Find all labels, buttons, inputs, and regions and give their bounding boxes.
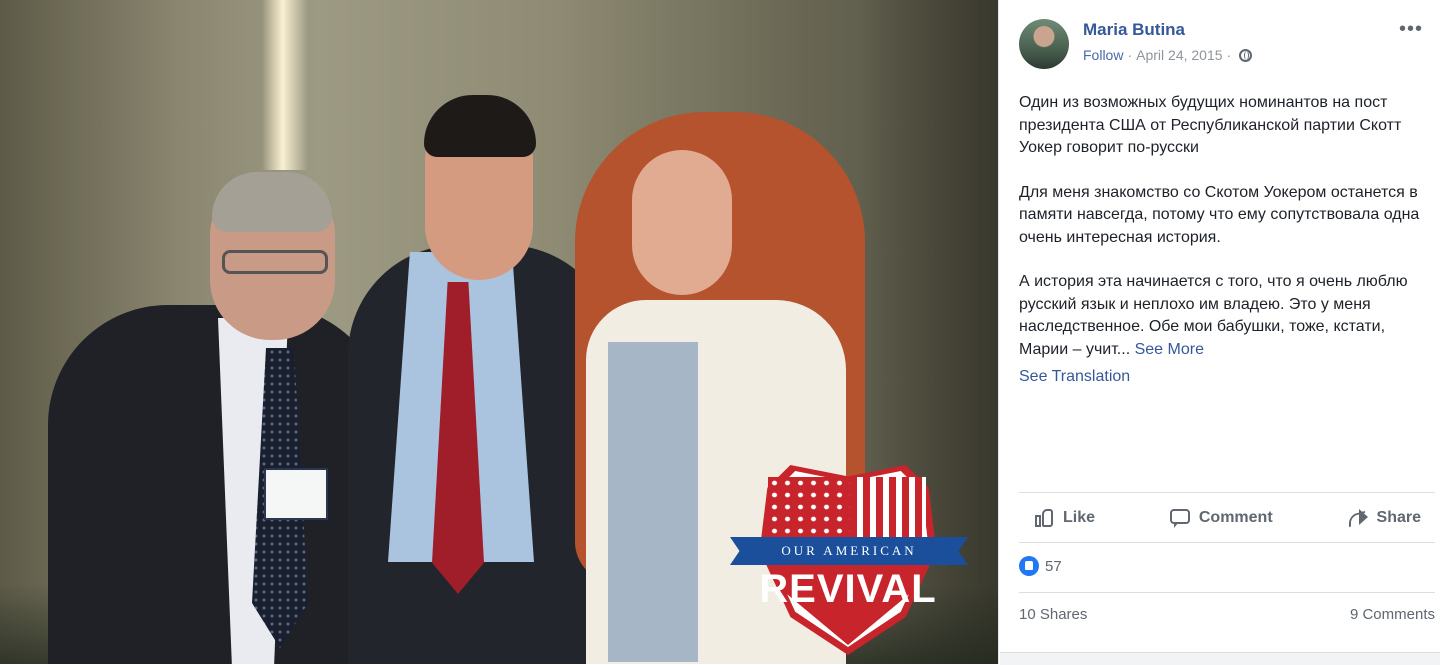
- share-button[interactable]: Share: [1333, 507, 1435, 529]
- post-body: Один из возможных будущих номинантов на …: [1019, 92, 1429, 361]
- meta-separator: ·: [1127, 47, 1133, 63]
- like-label: Like: [1063, 509, 1096, 526]
- shares-count[interactable]: 10 Shares: [1019, 606, 1087, 623]
- man-left-suit: [48, 305, 388, 664]
- shield-stars: [768, 477, 850, 539]
- see-translation-link[interactable]: See Translation: [1019, 368, 1130, 386]
- man-center-hair: [424, 95, 536, 157]
- comments-count[interactable]: 9 Comments: [1350, 606, 1435, 623]
- name-badge: [264, 468, 328, 520]
- logo-main-text: REVIVAL: [759, 567, 937, 611]
- divider: [1019, 592, 1435, 593]
- post-paragraph-text: А история эта начинается с того, что я о…: [1019, 273, 1408, 358]
- reactions-count: 57: [1045, 557, 1062, 575]
- shield-stripes: [850, 477, 926, 539]
- action-bar: Like Comment Share: [1019, 496, 1435, 540]
- comment-button[interactable]: Comment: [1155, 507, 1287, 529]
- man-left-hair: [212, 172, 332, 232]
- globe-icon[interactable]: [1239, 48, 1253, 62]
- like-button[interactable]: Like: [1019, 507, 1109, 529]
- follow-link[interactable]: Follow: [1083, 47, 1123, 63]
- more-options-icon[interactable]: •••: [1399, 18, 1423, 41]
- post-paragraph: Для меня знакомство со Скотом Уокером ос…: [1019, 183, 1420, 246]
- post-photo[interactable]: OUR AMERICAN REVIVAL: [0, 0, 998, 664]
- avatar[interactable]: [1019, 19, 1069, 69]
- woman-blouse: [608, 342, 698, 662]
- thumbs-up-icon: [1033, 507, 1055, 529]
- post-meta: Follow · April 24, 2015 ·: [1083, 47, 1253, 63]
- see-more-link[interactable]: See More: [1135, 341, 1204, 358]
- logo-ribbon-text: OUR AMERICAN: [781, 543, 917, 558]
- ceiling-light: [262, 0, 308, 170]
- meta-separator: ·: [1226, 47, 1232, 63]
- like-reaction-icon: [1019, 556, 1039, 576]
- man-left-glasses: [222, 250, 328, 274]
- author-name[interactable]: Maria Butina: [1083, 20, 1185, 40]
- share-icon: [1347, 507, 1369, 529]
- divider: [1019, 492, 1435, 493]
- our-american-revival-logo: OUR AMERICAN REVIVAL: [730, 465, 968, 664]
- reactions-summary[interactable]: 57: [1019, 556, 1062, 576]
- comment-label: Comment: [1198, 509, 1273, 526]
- bottom-strip: [1000, 652, 1440, 665]
- post-panel: Maria Butina Follow · April 24, 2015 · •…: [998, 0, 1440, 664]
- woman-face: [632, 150, 732, 295]
- share-label: Share: [1376, 509, 1421, 526]
- post-paragraph: Один из возможных будущих номинантов на …: [1019, 94, 1402, 156]
- post-paragraph-last: А история эта начинается с того, что я о…: [1019, 271, 1429, 361]
- post-date[interactable]: April 24, 2015: [1136, 47, 1222, 63]
- divider: [1019, 542, 1435, 543]
- comment-icon: [1169, 507, 1191, 529]
